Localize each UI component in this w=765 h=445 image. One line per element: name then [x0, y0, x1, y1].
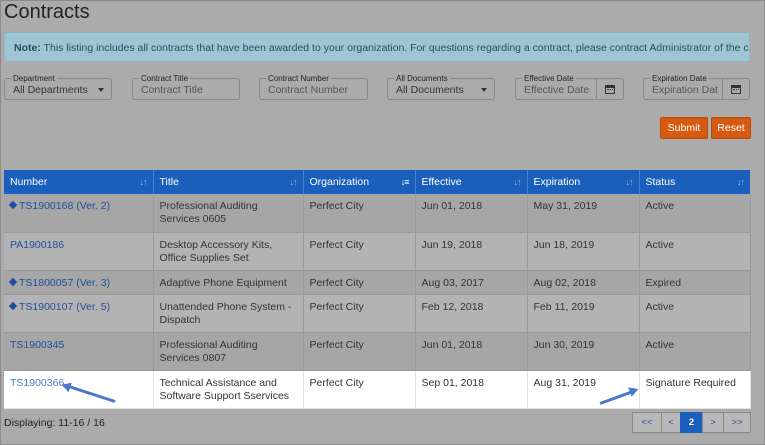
expiration-date-placeholder: Expiration Date	[652, 84, 718, 96]
organization-cell: Perfect City	[303, 270, 416, 295]
contract-number-link[interactable]: TS1900107 (Ver. 5)	[19, 301, 110, 313]
table-row: PA1900186 Desktop Accessory Kits, Office…	[4, 232, 751, 271]
tag-icon	[8, 301, 18, 310]
effective-cell: Jun 19, 2018	[415, 232, 528, 271]
page-title: Contracts	[4, 1, 90, 23]
expiration-date-input[interactable]: Expiration Date Expiration Date	[643, 74, 750, 100]
pager-current-page[interactable]: 2	[680, 412, 703, 433]
pager-next-button[interactable]: >	[702, 412, 724, 433]
effective-cell: Jun 01, 2018	[415, 194, 528, 233]
calendar-icon	[731, 84, 741, 94]
status-cell: Signature Required	[639, 370, 751, 409]
effective-cell: Feb 12, 2018	[415, 294, 528, 333]
expiration-cell: Aug 02, 2018	[527, 270, 640, 295]
expiration-date-label: Expiration Date	[650, 74, 709, 83]
table-row: TS1900345 Professional Auditing Services…	[4, 332, 751, 371]
sort-icon: ↓↑	[625, 177, 634, 187]
note-text: This listing includes all contracts that…	[40, 42, 750, 54]
sort-icon: ↓↑	[289, 177, 298, 187]
contract-number-input[interactable]: Contract Number Contract Number	[259, 74, 368, 100]
department-label: Department	[11, 74, 57, 83]
contract-title-cell: Professional Auditing Services 0605	[153, 194, 304, 233]
contract-number-link[interactable]: TS1900345	[10, 339, 64, 351]
chevron-down-icon	[481, 88, 487, 92]
expiration-cell: Aug 31, 2019	[527, 370, 640, 409]
effective-date-calendar-button[interactable]	[596, 79, 623, 99]
contract-number-link[interactable]: TS1800057 (Ver. 3)	[19, 277, 110, 289]
info-note: Note: This listing includes all contract…	[4, 32, 750, 62]
organization-cell: Perfect City	[303, 370, 416, 409]
status-cell: Active	[639, 294, 751, 333]
all-documents-select[interactable]: All Documents All Documents	[387, 74, 495, 100]
contract-title-cell: Desktop Accessory Kits, Office Supplies …	[153, 232, 304, 271]
sort-active-icon: ↓≡	[400, 177, 410, 187]
sort-icon: ↓↑	[139, 177, 148, 187]
all-documents-label: All Documents	[394, 74, 450, 83]
table-row: TS1800057 (Ver. 3) Adaptive Phone Equipm…	[4, 270, 751, 295]
table-header-row: Number ↓↑ Title ↓↑ Organization ↓≡ Effectiv…	[4, 170, 750, 194]
effective-date-label: Effective Date	[522, 74, 576, 83]
calendar-icon	[605, 84, 615, 94]
note-label: Note:	[14, 42, 41, 54]
contract-number-link[interactable]: TS1900366	[10, 377, 64, 389]
contract-title-input[interactable]: Contract Title Contract Title	[132, 74, 240, 100]
contract-number-link[interactable]: TS1900168 (Ver. 2)	[19, 200, 110, 212]
column-header-number[interactable]: Number ↓↑	[4, 170, 154, 194]
status-cell: Expired	[639, 270, 751, 295]
sort-icon: ↓↑	[513, 177, 522, 187]
organization-cell: Perfect City	[303, 194, 416, 233]
column-header-expiration[interactable]: Expiration ↓↑	[527, 170, 640, 194]
sort-icon: ↓↑	[737, 177, 745, 187]
expiration-cell: Feb 11, 2019	[527, 294, 640, 333]
table-row: TS1900107 (Ver. 5) Unattended Phone Syst…	[4, 294, 751, 333]
department-select[interactable]: Department All Departments	[4, 74, 112, 100]
expiration-date-calendar-button[interactable]	[722, 79, 749, 99]
contract-title-cell: Adaptive Phone Equipment	[153, 270, 304, 295]
department-value: All Departments	[13, 84, 88, 96]
contract-number-placeholder: Contract Number	[268, 84, 348, 96]
expiration-cell: May 31, 2019	[527, 194, 640, 233]
all-documents-value: All Documents	[396, 84, 464, 96]
contract-number-label: Contract Number	[266, 74, 331, 83]
effective-cell: Sep 01, 2018	[415, 370, 528, 409]
status-cell: Active	[639, 232, 751, 271]
contract-number-link[interactable]: PA1900186	[10, 239, 64, 251]
submit-button[interactable]: Submit	[660, 117, 708, 139]
tag-icon	[8, 200, 18, 210]
effective-cell: Jun 01, 2018	[415, 332, 528, 371]
pager-prev-button[interactable]: <	[661, 412, 681, 433]
pager-first-button[interactable]: <<	[632, 412, 662, 433]
contract-title-placeholder: Contract Title	[141, 84, 203, 96]
effective-cell: Aug 03, 2017	[415, 270, 528, 295]
status-cell: Active	[639, 194, 751, 233]
contracts-table: Number ↓↑ Title ↓↑ Organization ↓≡ Effectiv…	[4, 170, 751, 409]
organization-cell: Perfect City	[303, 332, 416, 371]
effective-date-input[interactable]: Effective Date Effective Date	[515, 74, 624, 100]
status-cell: Active	[639, 332, 751, 371]
contract-title-cell: Professional Auditing Services 0807	[153, 332, 304, 371]
contract-title-cell: Technical Assistance and Software Suppor…	[153, 370, 304, 409]
contract-title-cell: Unattended Phone System - Dispatch	[153, 294, 304, 333]
organization-cell: Perfect City	[303, 232, 416, 271]
column-header-organization[interactable]: Organization ↓≡	[303, 170, 416, 194]
table-row: TS1900168 (Ver. 2) Professional Auditing…	[4, 194, 751, 233]
expiration-cell: Jun 18, 2019	[527, 232, 640, 271]
column-header-title[interactable]: Title ↓↑	[153, 170, 304, 194]
column-header-status[interactable]: Status ↓↑	[639, 170, 750, 194]
pager-last-button[interactable]: >>	[723, 412, 751, 433]
column-header-effective[interactable]: Effective ↓↑	[415, 170, 528, 194]
organization-cell: Perfect City	[303, 294, 416, 333]
chevron-down-icon	[98, 88, 104, 92]
effective-date-placeholder: Effective Date	[524, 84, 590, 96]
contract-title-label: Contract Title	[139, 74, 191, 83]
displaying-count: Displaying: 11-16 / 16	[4, 417, 105, 429]
tag-icon	[8, 277, 18, 286]
reset-button[interactable]: Reset	[711, 117, 751, 139]
expiration-cell: Jun 30, 2019	[527, 332, 640, 371]
